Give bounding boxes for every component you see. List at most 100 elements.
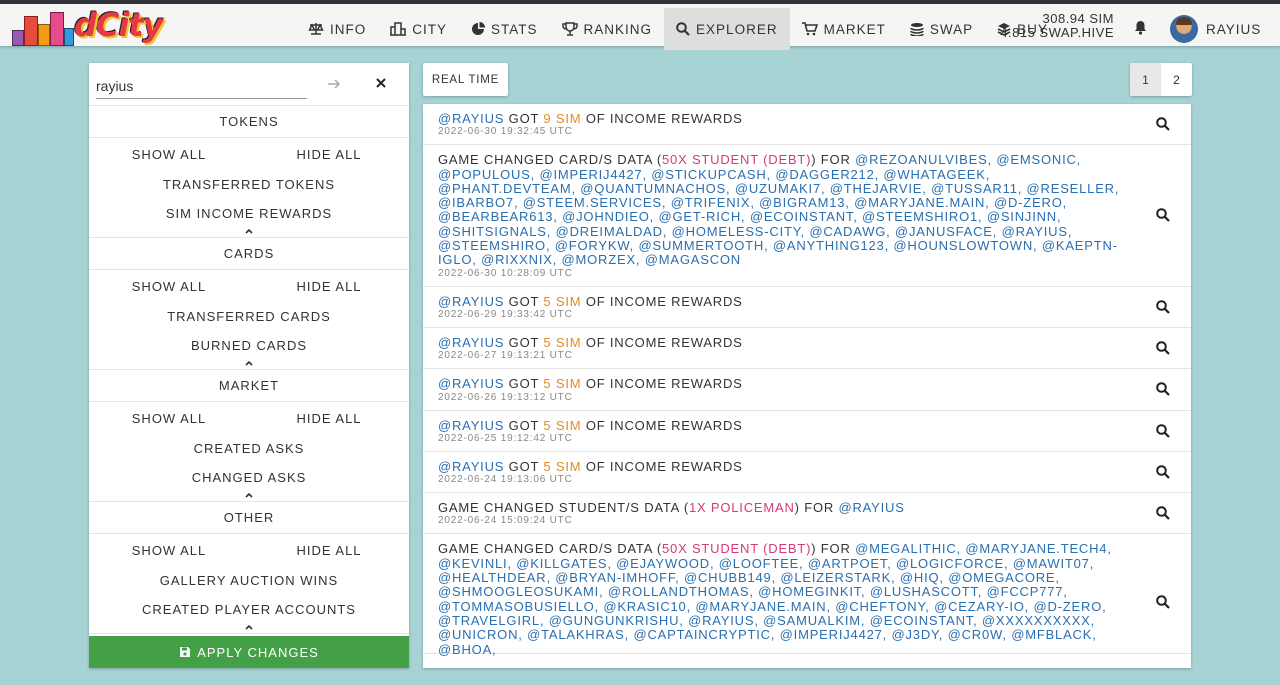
search-icon[interactable] xyxy=(1156,465,1170,479)
navbar: dCity INFO CITY STATS RANKING EXPLORER M… xyxy=(0,4,1280,50)
nav-label: INFO xyxy=(330,21,367,37)
filter-option[interactable]: CREATED PLAYER ACCOUNTS xyxy=(89,595,409,624)
page-button-2[interactable]: 2 xyxy=(1161,63,1192,96)
event-text: ) FOR xyxy=(811,541,851,557)
timestamp: 2022-06-24 19:13:06 UTC xyxy=(438,474,573,486)
search-input[interactable] xyxy=(96,73,307,99)
nav-item-city[interactable]: CITY xyxy=(378,8,459,50)
section-tokens: TOKENS SHOW ALL HIDE ALL TRANSFERRED TOK… xyxy=(89,106,409,238)
show-all-button[interactable]: SHOW ALL xyxy=(89,147,249,162)
event-text: OF INCOME REWARDS xyxy=(585,458,743,474)
trophy-icon xyxy=(561,22,578,36)
user-list[interactable]: @MEGALITHIC, @MARYJANE.TECH4, @KEVINLI, … xyxy=(438,541,1112,656)
search-icon[interactable] xyxy=(1156,341,1170,355)
real-time-button[interactable]: REAL TIME xyxy=(423,63,508,96)
search-row xyxy=(89,63,409,106)
close-icon[interactable] xyxy=(375,77,387,89)
section-other: OTHER SHOW ALL HIDE ALL GALLERY AUCTION … xyxy=(89,502,409,634)
section-title: TOKENS xyxy=(89,106,409,138)
sim-amount: 5 SIM xyxy=(543,334,582,350)
avatar[interactable] xyxy=(1170,15,1198,43)
nav-label: SWAP xyxy=(929,21,974,37)
event-text: GAME CHANGED CARD/S DATA ( xyxy=(438,541,663,557)
arrow-right-icon[interactable] xyxy=(327,77,341,91)
card-highlight: 50x STUDENT (DEBT) xyxy=(662,541,812,557)
timestamp: 2022-06-29 19:33:42 UTC xyxy=(438,308,573,320)
event-row: @RAYIUS GOT 9 SIM OF INCOME REWARDS 2022… xyxy=(423,104,1191,146)
search-icon[interactable] xyxy=(1156,208,1170,223)
dcity-logo[interactable]: dCity xyxy=(10,6,164,48)
nav-item-explorer[interactable]: EXPLORER xyxy=(664,8,790,50)
chevron-up-icon[interactable] xyxy=(244,624,254,630)
filter-option[interactable]: GALLERY AUCTION WINS xyxy=(89,566,409,595)
event-text: GOT xyxy=(508,417,539,433)
chevron-up-icon[interactable] xyxy=(244,228,254,234)
event-text: GAME CHANGED CARD/S DATA ( xyxy=(438,152,663,168)
main-nav: INFO CITY STATS RANKING EXPLORER MARKET … xyxy=(296,8,1060,50)
event-text: GAME CHANGED STUDENT/S DATA ( xyxy=(438,500,689,516)
section-title: OTHER xyxy=(89,502,409,534)
hide-all-button[interactable]: HIDE ALL xyxy=(249,543,409,558)
user-link[interactable]: @RAYIUS xyxy=(438,418,504,433)
search-icon[interactable] xyxy=(1156,506,1170,521)
hide-all-button[interactable]: HIDE ALL xyxy=(249,411,409,426)
section-title: MARKET xyxy=(89,370,409,402)
nav-item-market[interactable]: MARKET xyxy=(790,8,898,50)
user-link[interactable]: @RAYIUS xyxy=(438,111,504,126)
timestamp: 2022-06-25 19:12:42 UTC xyxy=(438,432,573,444)
bell-icon[interactable] xyxy=(1134,20,1147,35)
search-icon[interactable] xyxy=(1156,300,1170,314)
search-icon[interactable] xyxy=(1156,423,1170,438)
event-text: GOT xyxy=(508,111,539,126)
nav-item-stats[interactable]: STATS xyxy=(459,8,550,50)
show-all-button[interactable]: SHOW ALL xyxy=(89,543,249,558)
nav-label: RANKING xyxy=(583,21,653,37)
show-hide-row: SHOW ALL HIDE ALL xyxy=(89,138,409,170)
chevron-up-icon[interactable] xyxy=(244,360,254,366)
apply-changes-button[interactable]: APPLY CHANGES xyxy=(89,636,409,668)
event-text: GOT xyxy=(508,376,539,392)
filter-option[interactable]: CHANGED ASKS xyxy=(89,463,409,492)
filter-option[interactable]: BURNED CARDS xyxy=(89,331,409,360)
event-row: @RAYIUS GOT 5 SIM OF INCOME REWARDS 2022… xyxy=(423,452,1191,494)
sim-amount: 5 SIM xyxy=(543,376,582,392)
user-list[interactable]: @REZOANULVIBES, @EMSONIC, @POPULOUS, @IM… xyxy=(438,152,1119,267)
nav-label: CITY xyxy=(412,21,448,37)
filter-option[interactable]: SIM INCOME REWARDS xyxy=(89,199,409,228)
search-icon[interactable] xyxy=(1156,595,1170,610)
page-button-1[interactable]: 1 xyxy=(1130,63,1161,96)
username[interactable]: RAYIUS xyxy=(1206,22,1261,37)
event-row: @RAYIUS GOT 5 SIM OF INCOME REWARDS 2022… xyxy=(423,369,1191,411)
hide-all-button[interactable]: HIDE ALL xyxy=(249,147,409,162)
filter-option[interactable]: CREATED ASKS xyxy=(89,434,409,463)
search-icon[interactable] xyxy=(1156,382,1170,397)
event-row: GAME CHANGED CARD/S DATA (50x STUDENT (D… xyxy=(423,534,1191,656)
student-highlight: 1x POLICEMAN xyxy=(688,500,795,516)
user-link[interactable]: @RAYIUS xyxy=(438,459,504,474)
user-link[interactable]: @RAYIUS xyxy=(438,376,504,391)
show-all-button[interactable]: SHOW ALL xyxy=(89,279,249,294)
user-link[interactable]: @RAYIUS xyxy=(438,294,504,309)
nav-item-ranking[interactable]: RANKING xyxy=(550,8,665,50)
show-all-button[interactable]: SHOW ALL xyxy=(89,411,249,426)
wallet-balance[interactable]: 308.94 SIM 4.815 SWAP.HIVE xyxy=(998,12,1114,40)
filter-option[interactable]: TRANSFERRED TOKENS xyxy=(89,170,409,199)
user-list[interactable]: @RAYIUS xyxy=(838,500,904,515)
hide-all-button[interactable]: HIDE ALL xyxy=(249,279,409,294)
event-row: GAME CHANGED CARD/S DATA (50x STUDENT (D… xyxy=(423,145,1191,287)
nav-label: MARKET xyxy=(823,21,886,37)
sim-amount: 9 SIM xyxy=(543,111,582,126)
filter-option[interactable]: TRANSFERRED CARDS xyxy=(89,302,409,331)
filter-sidebar: TOKENS SHOW ALL HIDE ALL TRANSFERRED TOK… xyxy=(89,63,409,668)
user-link[interactable]: @RAYIUS xyxy=(438,335,504,350)
sim-amount: 5 SIM xyxy=(543,458,582,474)
event-text: ) FOR xyxy=(794,500,835,516)
search-icon[interactable] xyxy=(1156,117,1170,131)
cart-icon xyxy=(801,22,818,36)
timestamp: 2022-06-26 19:13:12 UTC xyxy=(438,391,573,403)
chevron-up-icon[interactable] xyxy=(244,492,254,498)
nav-item-swap[interactable]: SWAP xyxy=(898,8,985,50)
timestamp: 2022-06-30 10:28:09 UTC xyxy=(438,267,573,279)
search-icon xyxy=(676,22,690,36)
nav-item-info[interactable]: INFO xyxy=(296,8,378,50)
